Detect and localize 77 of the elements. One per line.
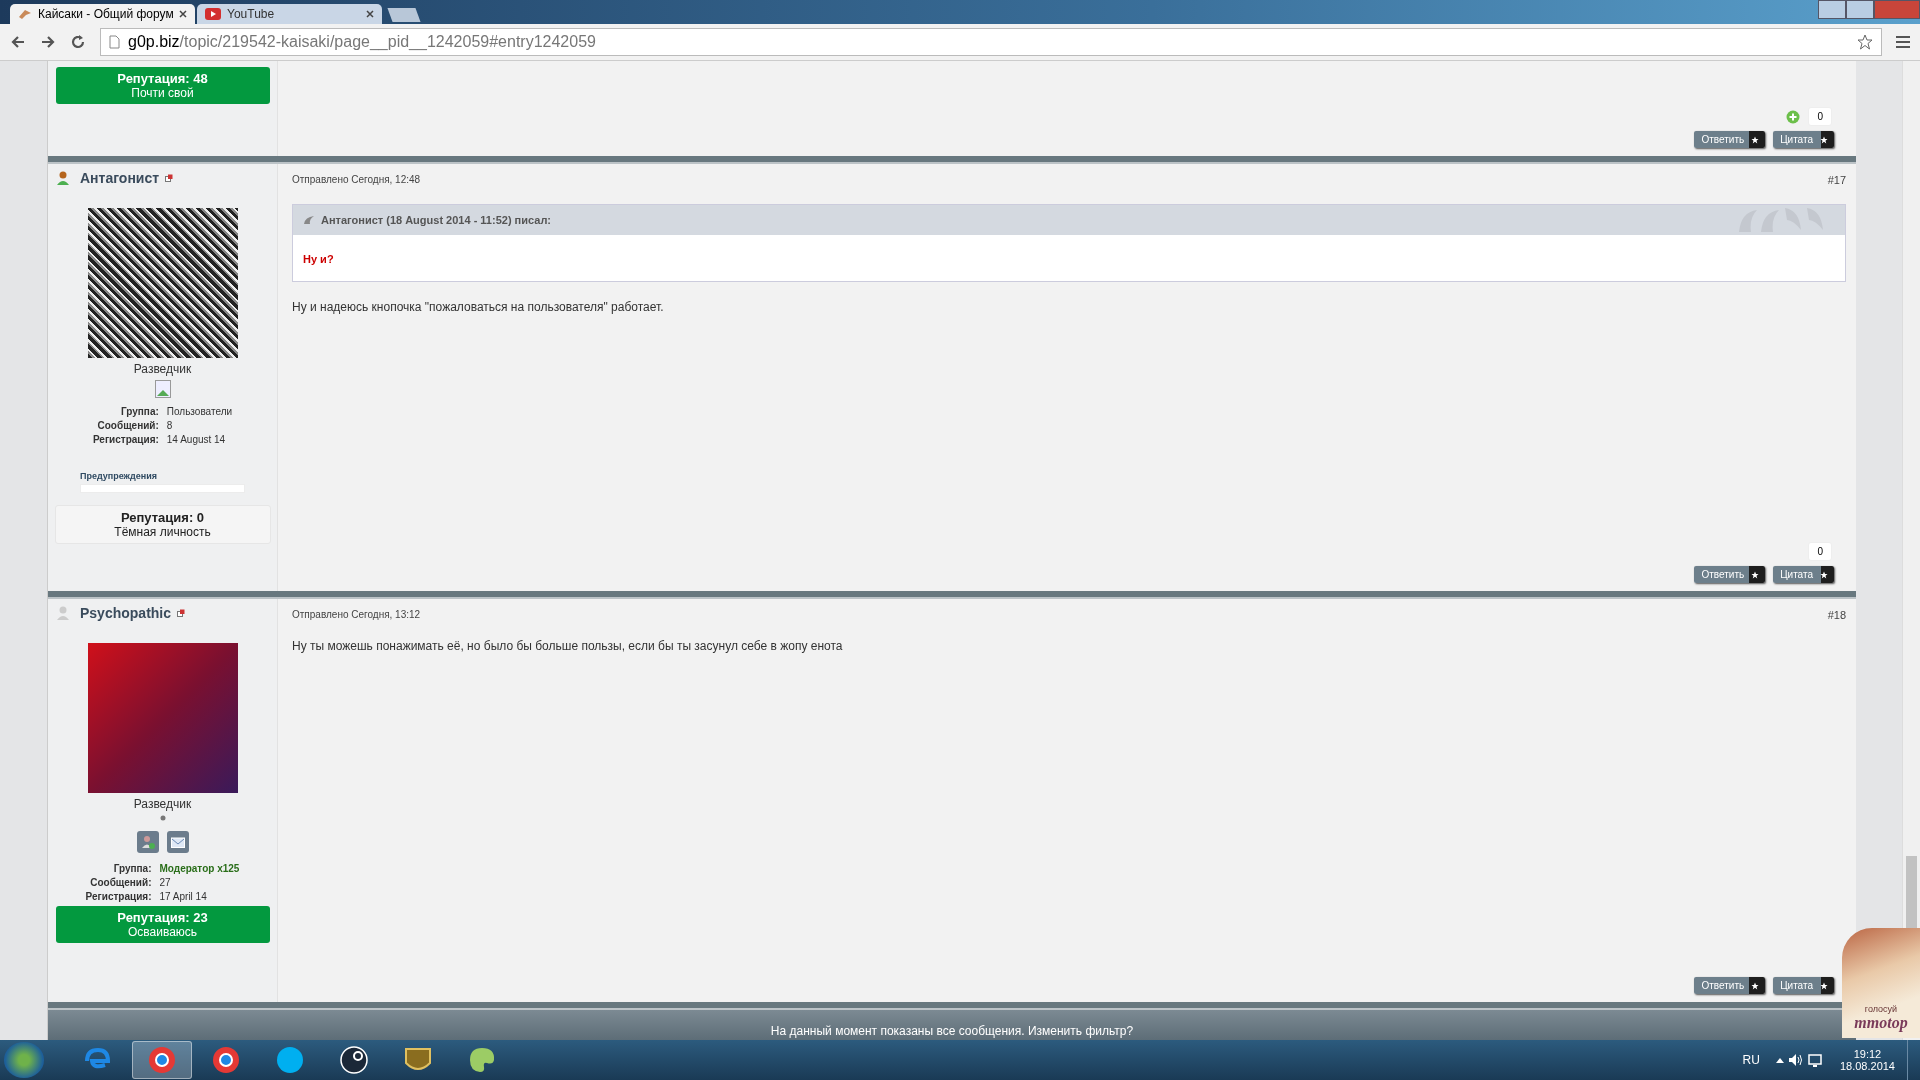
post-button[interactable]: Ответить xyxy=(1694,977,1766,994)
user-rank: Разведчик xyxy=(133,797,192,811)
caret-up-icon[interactable] xyxy=(1775,1057,1784,1063)
info-value: 8 xyxy=(166,420,174,431)
page-icon xyxy=(109,35,120,49)
maximize-button[interactable] xyxy=(1846,0,1874,19)
reputation-badge: Репутация: 0 Тёмная личность xyxy=(54,505,271,544)
info-label: Сообщений: xyxy=(96,420,159,431)
star-icon xyxy=(1751,981,1760,990)
vote-count: 0 xyxy=(1808,107,1832,126)
star-icon xyxy=(1751,135,1760,144)
quote-arrow-icon xyxy=(303,215,315,225)
quote-author: Антагонист (18 August 2014 - 11:52) писал: xyxy=(321,214,552,226)
info-value: 14 August 14 xyxy=(166,434,227,445)
filter-notice[interactable]: На данный момент показаны все сообщения. Изменить фильтр? xyxy=(770,1024,1134,1040)
info-label: Регистрация: xyxy=(85,891,152,902)
info-label: Сообщений: xyxy=(89,877,152,888)
post-text: Ну и надеюсь кнопочка "пожаловаться на пользователя" работает. xyxy=(292,300,665,314)
bookmark-star-icon[interactable] xyxy=(1857,34,1873,50)
network-icon[interactable] xyxy=(1807,1053,1822,1067)
vote-banner[interactable]: голосуй mmotop xyxy=(1842,928,1920,1038)
post-button[interactable]: Ответить xyxy=(1694,566,1766,583)
author-name[interactable]: Psychopathic xyxy=(80,605,172,621)
star-icon xyxy=(1820,981,1828,990)
circle-logo-icon xyxy=(147,1045,177,1075)
reputation-badge: Репутация: 23 Осваиваюсь xyxy=(55,906,270,943)
post-text: Ну ты можешь понажимать её, но было бы больше пользы, если бы ты засунул себе в жопу енота xyxy=(292,639,844,653)
envelope-icon xyxy=(170,836,185,848)
back-icon[interactable] xyxy=(10,34,26,50)
address-bar[interactable]: g0p.biz/topic/219542-kaisaki/page__pid__1242059#entry1242059 xyxy=(100,28,1882,56)
warnings-label: Предупреждения xyxy=(80,471,158,481)
circle-logo-icon xyxy=(211,1045,241,1075)
clock[interactable]: 19:12 18.08.2014 xyxy=(1839,1048,1895,1072)
info-value: Пользователи xyxy=(166,406,233,417)
info-value: Модератор x125 xyxy=(159,863,240,874)
menu-icon[interactable] xyxy=(1896,36,1910,48)
post-number[interactable]: #18 xyxy=(1827,609,1846,621)
reputation-badge: Репутация: 48 Почти свой xyxy=(55,67,270,104)
star-icon xyxy=(1751,570,1760,579)
post-button[interactable]: Цитата xyxy=(1773,977,1834,994)
quote-text: Ну и? xyxy=(303,253,334,265)
browser-tab[interactable]: YouTube xyxy=(197,4,382,24)
speaker-icon[interactable] xyxy=(1787,1053,1804,1067)
post-date: Отправлено Сегодня, 12:48 xyxy=(292,174,421,186)
post-button[interactable]: Цитата xyxy=(1773,131,1834,148)
close-icon[interactable] xyxy=(179,10,187,18)
add-user-icon xyxy=(140,835,155,849)
post-date: Отправлено Сегодня, 13:12 xyxy=(292,609,421,621)
info-label: Регистрация: xyxy=(92,434,159,445)
forward-icon[interactable] xyxy=(40,34,56,50)
language-indicator[interactable]: RU xyxy=(1742,1053,1760,1067)
star-icon xyxy=(1820,570,1828,579)
post-button[interactable]: Цитата xyxy=(1773,566,1834,583)
start-button[interactable] xyxy=(4,1042,44,1078)
post-number[interactable]: #17 xyxy=(1827,174,1846,186)
author-name[interactable]: Антагонист xyxy=(80,170,160,186)
play-icon xyxy=(205,8,221,20)
message-button[interactable] xyxy=(166,831,189,853)
vote-count: 0 xyxy=(1808,542,1832,561)
new-tab-button[interactable] xyxy=(387,8,421,22)
close-icon[interactable] xyxy=(366,10,374,18)
info-label: Группа: xyxy=(112,863,152,874)
info-value: 17 April 14 xyxy=(159,891,208,902)
palette-icon xyxy=(467,1045,497,1075)
post-button[interactable]: Ответить xyxy=(1694,131,1766,148)
add-friend-button[interactable] xyxy=(136,831,159,853)
minimize-button[interactable] xyxy=(1818,0,1846,19)
broken-image-icon xyxy=(154,380,171,398)
dot-icon xyxy=(159,815,166,821)
user-rank: Разведчик xyxy=(133,362,192,376)
popup-icon[interactable] xyxy=(165,174,174,182)
info-value: 27 xyxy=(159,877,172,888)
info-label: Группа: xyxy=(120,406,159,417)
popup-icon[interactable] xyxy=(177,609,186,617)
star-icon xyxy=(1820,135,1828,144)
reload-icon[interactable] xyxy=(70,34,86,50)
browser-tab[interactable]: Кайсаки - Общий форум xyxy=(10,4,195,24)
